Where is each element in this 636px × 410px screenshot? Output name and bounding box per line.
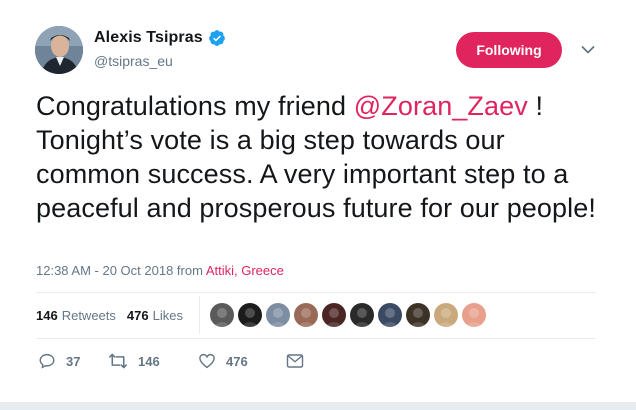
liker-avatar-8[interactable] (406, 303, 430, 327)
direct-message-button[interactable] (286, 353, 304, 369)
verified-badge-icon (208, 29, 226, 47)
liker-avatar-1[interactable] (210, 303, 234, 327)
tweet-meta: 12:38 AM - 20 Oct 2018 from Attiki, Gree… (36, 263, 284, 278)
liker-avatar-4[interactable] (294, 303, 318, 327)
tweet-text: Congratulations my friend @Zoran_Zaev ! … (36, 89, 606, 225)
like-count: 476 (226, 353, 248, 369)
divider-bottom (36, 338, 596, 339)
stats-separator (199, 296, 200, 334)
from-label: from (173, 263, 206, 278)
retweet-button[interactable]: 146 (108, 352, 198, 370)
retweet-icon (108, 352, 128, 370)
liker-avatar-9[interactable] (434, 303, 458, 327)
like-button[interactable]: 476 (198, 352, 286, 370)
mention-link[interactable]: @Zoran_Zaev (354, 91, 528, 121)
author-handle[interactable]: @tsipras_eu (94, 53, 173, 69)
tweet-card: Alexis Tsipras @tsipras_eu Following Con… (0, 0, 636, 410)
bottom-strip (0, 402, 636, 410)
liker-avatar-10[interactable] (462, 303, 486, 327)
reply-count: 37 (66, 353, 81, 369)
reply-icon (38, 352, 56, 370)
author-display-name[interactable]: Alexis Tsipras (94, 29, 203, 47)
liker-avatar-3[interactable] (266, 303, 290, 327)
following-button[interactable]: Following (456, 32, 562, 68)
liker-avatar-7[interactable] (378, 303, 402, 327)
liker-avatars (210, 303, 490, 327)
heart-icon (198, 352, 216, 370)
likes-count: 476 (126, 307, 149, 323)
tweet-timestamp[interactable]: 12:38 AM - 20 Oct 2018 (36, 263, 173, 278)
chevron-down-icon[interactable] (578, 40, 598, 60)
envelope-icon (286, 353, 304, 369)
retweet-count: 146 (138, 353, 160, 369)
tweet-location[interactable]: Attiki, Greece (206, 263, 284, 278)
liker-avatar-2[interactable] (238, 303, 262, 327)
reply-button[interactable]: 37 (38, 352, 108, 370)
likes-label: Likes (152, 307, 183, 323)
retweets-stat[interactable]: 146 Retweets (36, 308, 116, 323)
tweet-actions: 37 146 476 (38, 352, 304, 370)
likes-stat[interactable]: 476 Likes (127, 308, 183, 323)
liker-avatar-5[interactable] (322, 303, 346, 327)
tweet-text-before: Congratulations my friend (36, 91, 354, 121)
tweet-stats: 146 Retweets 476 Likes (36, 300, 194, 330)
retweets-label: Retweets (61, 307, 116, 323)
author-avatar[interactable] (35, 26, 83, 74)
liker-avatar-6[interactable] (350, 303, 374, 327)
divider-top (36, 292, 596, 293)
retweets-count: 146 (36, 307, 58, 323)
